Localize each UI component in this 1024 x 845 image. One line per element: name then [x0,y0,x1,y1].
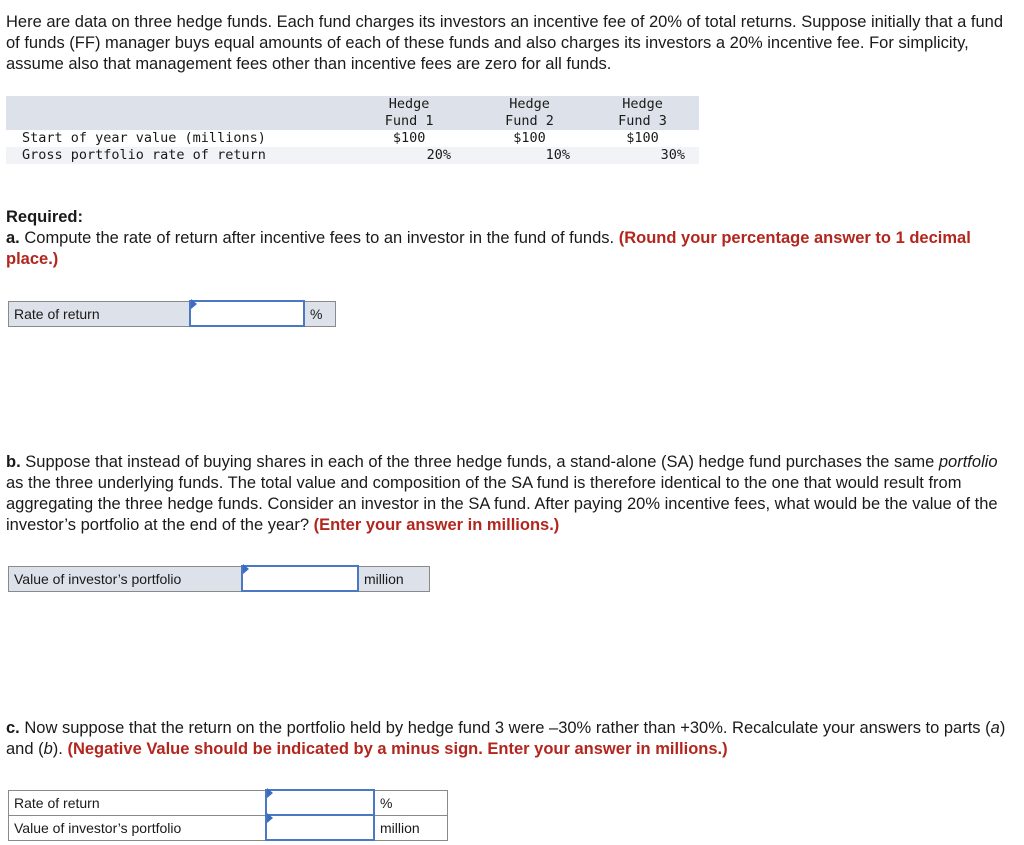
table-row: Gross portfolio rate of return 20% 10% 3… [6,147,699,164]
cell-value: 20% [345,147,474,164]
recalc-portfolio-value-input[interactable] [267,816,373,839]
part-c-question: c. Now suppose that the return on the po… [6,718,1016,760]
intro-text: Here are data on three hedge funds. Each… [6,13,1004,73]
required-heading: Required: [6,208,84,226]
part-c-ref-b: b [43,740,53,758]
answer-unit: % [303,300,336,327]
answer-label: Value of investor’s portfolio [8,814,267,841]
input-flag-icon [267,788,273,798]
answer-unit: % [373,789,448,816]
column-header-fund-2: Hedge Fund 2 [473,96,587,130]
cell-value: 10% [473,147,587,164]
part-b-letter: b. [6,453,21,471]
recalc-rate-of-return-input-cell[interactable] [265,788,375,816]
answer-unit: million [373,814,448,841]
part-a-text: Compute the rate of return after incenti… [19,229,619,247]
column-header-fund-3: Hedge Fund 3 [586,96,699,130]
recalc-rate-of-return-input[interactable] [267,791,373,814]
part-a-letter: a. [6,229,20,247]
cell-value: $100 [513,130,546,146]
table-row: Start of year value (millions) $100 $100… [6,130,699,147]
part-c-text-3: ). [52,740,68,758]
rate-of-return-input-cell[interactable] [189,299,305,327]
answer-row: Value of investor’s portfolio million [8,813,448,841]
portfolio-value-input-cell[interactable] [241,564,359,592]
answer-row: Rate of return % [8,299,336,327]
cell-value: $100 [392,130,426,146]
part-c-answer-table: Rate of return % Value of investor’s por… [8,788,448,841]
input-flag-icon [267,813,273,823]
part-a-question: Required: a. Compute the rate of return … [6,207,1016,270]
answer-label: Rate of return [8,789,267,816]
part-b-text: Suppose that instead of buying shares in… [20,453,939,471]
row-label: Gross portfolio rate of return [6,147,346,164]
answer-row: Value of investor’s portfolio million [8,564,430,592]
part-b-instruction: (Enter your answer in millions.) [313,516,560,534]
part-b-question: b. Suppose that instead of buying shares… [6,452,1016,536]
part-c-text: Now suppose that the return on the portf… [19,719,991,737]
recalc-portfolio-value-input-cell[interactable] [265,813,375,841]
portfolio-value-input[interactable] [243,567,357,590]
part-b-answer-table: Value of investor’s portfolio million [8,564,430,592]
table-header-row: Hedge Fund 1 Hedge Fund 2 Hedge Fund 3 [6,96,699,130]
part-c-letter: c. [6,719,20,737]
part-c-instruction: (Negative Value should be indicated by a… [67,740,728,758]
answer-unit: million [357,565,430,592]
part-c-ref-a: a [990,719,1000,737]
column-header-fund-1: Hedge Fund 1 [345,96,474,130]
rate-of-return-input[interactable] [191,302,303,325]
cell-value: $100 [626,130,659,146]
input-flag-icon [243,564,249,574]
answer-label: Value of investor’s portfolio [8,565,243,592]
answer-row: Rate of return % [8,788,448,816]
answer-label: Rate of return [8,300,191,327]
part-b-emphasis: portfolio [938,453,998,471]
input-flag-icon [191,299,197,309]
cell-value: 30% [586,147,699,164]
part-a-answer-table: Rate of return % [8,299,336,327]
row-label: Start of year value (millions) [22,130,266,146]
table-header-blank [6,96,346,130]
hedge-fund-data-table: Hedge Fund 1 Hedge Fund 2 Hedge Fund 3 Star… [6,96,699,164]
